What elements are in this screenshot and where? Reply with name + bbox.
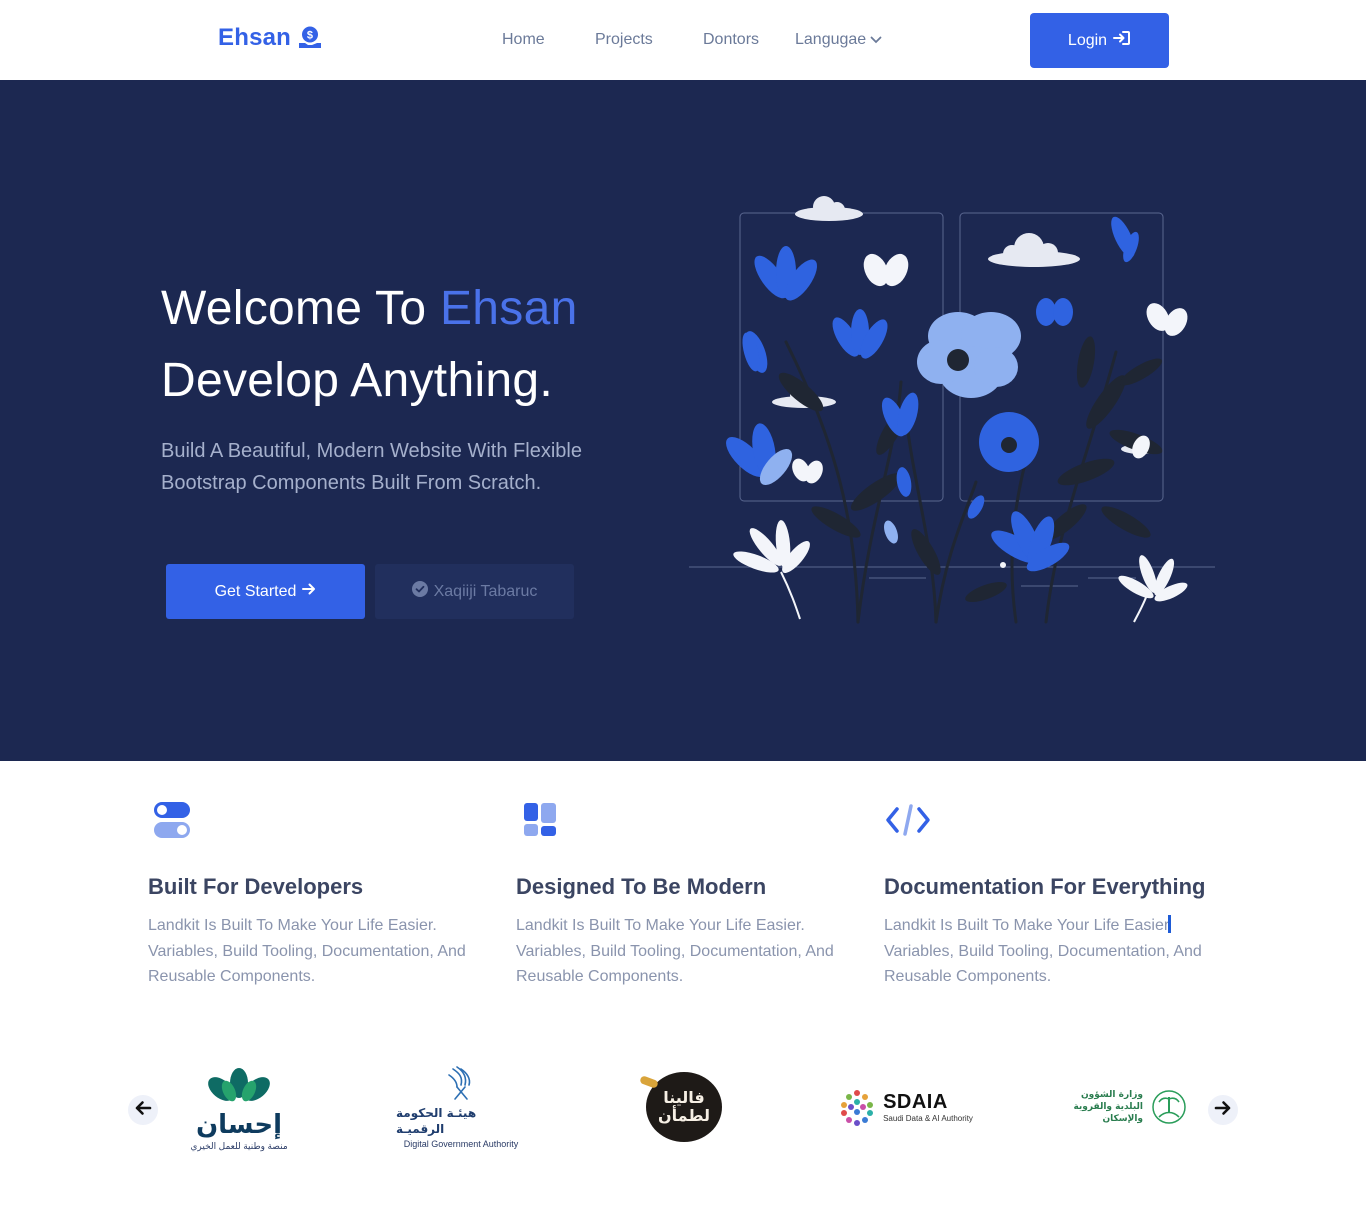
login-label: Login [1067,31,1108,49]
arrow-right-icon [302,582,316,601]
hero-title-line-1: Welcome To Ehsan [161,273,578,345]
ehsan-leaf-icon [208,1067,270,1101]
feature-card-modern: Designed To Be Modern Landkit Is Built T… [516,797,856,990]
carousel-next-button[interactable] [1208,1095,1238,1125]
arrow-left-icon [134,1100,152,1121]
nav-home-link[interactable]: Home [502,31,545,49]
partner-logo-sdaia[interactable]: SDAIA Saudi Data & AI Authority [837,1055,973,1159]
momrah-lockup: وزارة الشؤون البلدية والقروية والإسكان [1063,1089,1189,1125]
flowers-illustration [686,192,1216,632]
nav-projects-link[interactable]: Projects [595,31,653,49]
feature-title: Designed To Be Modern [516,874,767,899]
sdaia-hexagon-icon [841,1090,874,1126]
layout-icon [516,797,564,843]
sdaia-text: SDAIA Saudi Data & AI Authority [883,1092,973,1123]
hero-title: Welcome To Ehsan Develop Anything. [161,273,578,417]
feature-card-developers: Built For Developers Landkit Is Built To… [148,797,488,990]
partner-name: فالينا لطمأن [658,1088,710,1125]
partner-logo-momrah[interactable]: وزارة الشؤون البلدية والقروية والإسكان [1062,1055,1190,1159]
sdaia-lockup: SDAIA Saudi Data & AI Authority [837,1087,973,1127]
hero-subtitle: Build A Beautiful, Modern Website With F… [161,440,582,494]
partner-name: SDAIA [883,1090,948,1113]
feature-title: Documentation For Everything [884,874,1206,899]
feature-description: Landkit Is Built To Make Your Life Easie… [516,917,834,985]
brush-accent-icon [639,1075,659,1089]
confirm-donation-label: Xaqiiji Tabaruc [433,582,538,600]
feature-card-documentation: Documentation For Everything Landkit Is … [884,797,1224,990]
navbar: Ehsan $ Home Projects Dontors Langugae L… [0,0,1366,80]
partner-caption: Saudi Data & AI Authority [883,1113,973,1123]
calligraphy-emblem: فالينا لطمأن [639,1072,722,1142]
chevron-down-icon [870,31,882,49]
palm-swords-emblem-icon [1152,1090,1186,1124]
nav-donors-link[interactable]: Dontors [703,31,759,49]
language-label: Langugae [795,31,867,48]
code-icon [884,797,932,843]
check-circle-icon [411,581,428,602]
sign-in-icon [1113,30,1131,51]
toggle-icon [148,797,196,843]
partner-name: إحسان [195,1109,283,1140]
brand-logo[interactable]: Ehsan $ [218,24,323,52]
login-button[interactable]: Login [1030,13,1169,68]
svg-text:$: $ [307,30,313,42]
hero-section: Welcome To Ehsan Develop Anything. Build… [0,80,1366,761]
get-started-label: Get Started [214,582,297,600]
feature-description-part-2: Variables, Build Tooling, Documentation,… [884,942,1202,986]
language-dropdown[interactable]: Langugae [795,31,882,49]
hero-title-prefix: Welcome To [161,282,440,335]
brand-name: Ehsan [218,24,292,51]
partner-caption: منصة وطنية للعمل الخيري [190,1140,288,1151]
confirm-donation-button[interactable]: Xaqiiji Tabaruc [375,564,574,619]
text-cursor [1168,915,1172,933]
partner-logo-calligraphy[interactable]: فالينا لطمأن [639,1055,729,1159]
arrow-right-icon [1214,1100,1232,1121]
hero-title-accent: Ehsan [439,282,578,335]
get-started-button[interactable]: Get Started [166,564,365,619]
donate-hand-icon: $ [297,25,323,51]
feature-title: Built For Developers [148,874,364,899]
hero-title-line-2: Develop Anything. [161,354,554,407]
partner-logo-dga[interactable]: هيئـة الحكومة الرقميـة Digital Governmen… [396,1055,526,1159]
partner-name: وزارة الشؤون البلدية والقروية والإسكان [1073,1090,1143,1124]
dga-emblem-icon [448,1066,471,1100]
feature-description-part-1: Landkit Is Built To Make Your Life Easie… [884,917,1170,934]
partner-caption: Digital Government Authority [403,1139,519,1149]
carousel-prev-button[interactable] [128,1095,158,1125]
feature-description: Landkit Is Built To Make Your Life Easie… [148,917,466,985]
partner-name: هيئـة الحكومة الرقميـة [396,1106,477,1136]
feature-description: Landkit Is Built To Make Your Life Easie… [884,913,1224,990]
partner-logo-ehsan[interactable]: إحسان منصة وطنية للعمل الخيري [189,1055,289,1159]
